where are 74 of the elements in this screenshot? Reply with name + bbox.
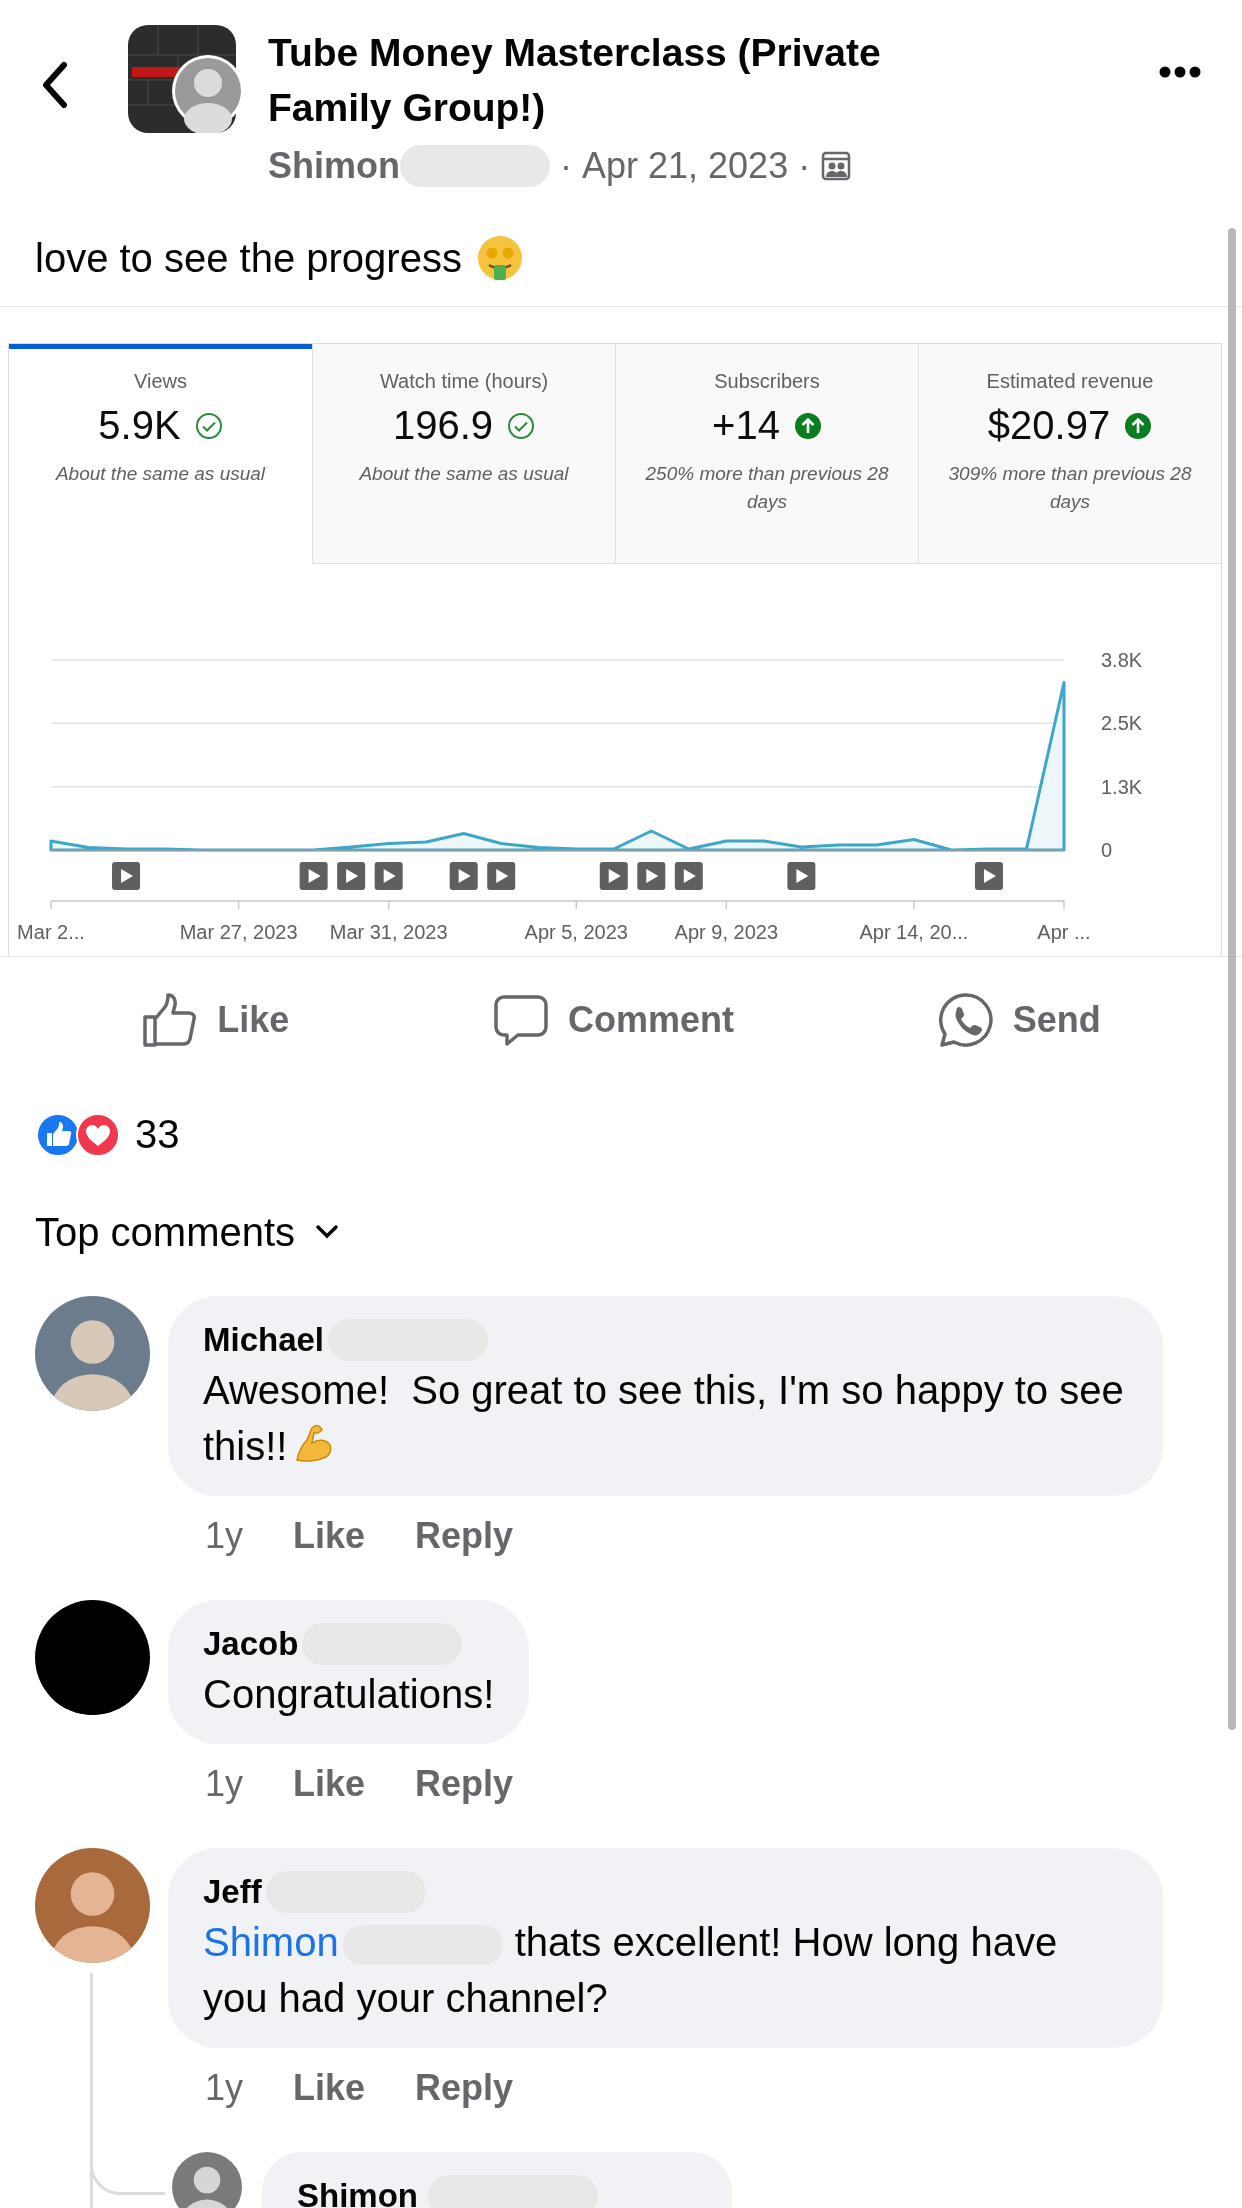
x-axis-label: Mar 2...: [17, 921, 85, 943]
commenter-name[interactable]: Michael: [203, 1321, 325, 1359]
y-axis-label: 2.5K: [1101, 712, 1143, 735]
x-axis-label: Apr 5, 2023: [524, 921, 628, 943]
comment-sort-label[interactable]: Top comments: [35, 1209, 296, 1255]
check-circle-icon: [507, 411, 536, 440]
x-axis-label: Apr 14, 20...: [859, 921, 969, 943]
phone-chat-icon: [936, 990, 995, 1049]
post-text: love to see the progress: [35, 235, 462, 281]
metric-value: +14: [712, 403, 780, 448]
chevron-down-icon[interactable]: [315, 1224, 340, 1240]
more-icon[interactable]: [1158, 65, 1202, 79]
video-icon[interactable]: [112, 862, 141, 890]
separator: ·: [798, 145, 811, 187]
like-button[interactable]: Like: [141, 990, 290, 1049]
group-audience-icon: [820, 150, 853, 182]
like-link[interactable]: Like: [293, 1763, 366, 1805]
comment-time: 1y: [205, 1763, 244, 1805]
video-icon[interactable]: [374, 862, 403, 890]
video-icon[interactable]: [674, 862, 703, 890]
metric-value: 5.9K: [98, 403, 181, 448]
like-link[interactable]: Like: [293, 1515, 366, 1557]
comment-time: 1y: [205, 1515, 244, 1557]
reply-link[interactable]: Reply: [415, 2067, 514, 2109]
reaction-count[interactable]: 33: [135, 1112, 180, 1157]
video-icon[interactable]: [974, 862, 1003, 890]
metric-tab[interactable]: Watch time (hours) 196.9 About the same as usual: [312, 344, 615, 564]
comment-text: Awesome! So great to see this, I'm so happy to see this!!: [203, 1367, 1125, 1470]
metric-label: Watch time (hours): [378, 370, 550, 393]
video-icon[interactable]: [299, 862, 328, 890]
metric-note: About the same as usual: [358, 462, 570, 486]
reply-link[interactable]: Reply: [415, 1763, 514, 1805]
x-axis-label: Apr ...: [1037, 921, 1091, 943]
separator: ·: [560, 145, 572, 187]
video-icon[interactable]: [337, 862, 366, 890]
metric-note: 309% more than previous 28 days: [947, 462, 1193, 514]
comment-time: 1y: [205, 2067, 244, 2109]
video-icon[interactable]: [637, 862, 666, 890]
scrollbar[interactable]: [1228, 228, 1236, 1730]
commenter-name[interactable]: Jacob: [203, 1625, 299, 1663]
mention-link[interactable]: Shimon: [203, 1920, 339, 1964]
y-axis-label: 1.3K: [1101, 775, 1143, 798]
commenter-name[interactable]: Jeff: [203, 1873, 262, 1911]
metric-label: Views: [133, 370, 188, 393]
like-link[interactable]: Like: [293, 2067, 366, 2109]
post-date[interactable]: Apr 21, 2023: [582, 145, 789, 187]
group-title[interactable]: Tube Money Masterclass (Private Family Group!): [268, 25, 988, 135]
video-icon[interactable]: [599, 862, 628, 890]
metric-value: $20.97: [987, 403, 1111, 448]
y-axis-label: 3.8K: [1101, 649, 1143, 671]
money-face-icon: [475, 234, 524, 282]
commenter-name[interactable]: Shimon: [297, 2177, 418, 2208]
comment-text: Shimon thats excellent! How long have you had your channel?: [203, 1919, 1059, 2022]
metric-tab[interactable]: Estimated revenue $20.97 309% more than previous 28 days: [918, 344, 1221, 564]
metric-label: Subscribers: [713, 370, 821, 393]
x-axis-label: Apr 9, 2023: [674, 921, 779, 943]
back-icon[interactable]: [40, 61, 70, 109]
metric-tab[interactable]: Subscribers +14 250% more than previous 28 days: [615, 344, 918, 564]
metric-label: Estimated revenue: [985, 370, 1155, 393]
comment-text: Congratulations!: [203, 1671, 495, 1718]
x-axis-label: Mar 31, 2023: [329, 921, 448, 943]
video-icon[interactable]: [487, 862, 516, 890]
metric-note: 250% more than previous 28 days: [644, 462, 890, 514]
video-icon[interactable]: [787, 862, 816, 890]
y-axis-label: 0: [1101, 839, 1113, 861]
comment-button[interactable]: Comment: [492, 990, 734, 1049]
check-circle-icon: [194, 411, 223, 440]
author-name[interactable]: Shimon: [268, 145, 400, 187]
metric-note: About the same as usual: [54, 462, 267, 486]
x-axis-label: Mar 27, 2023: [179, 921, 298, 943]
reply-link[interactable]: Reply: [415, 1515, 514, 1557]
video-icon[interactable]: [449, 862, 478, 890]
send-button[interactable]: Send: [936, 990, 1101, 1049]
metric-value: 196.9: [392, 403, 494, 448]
